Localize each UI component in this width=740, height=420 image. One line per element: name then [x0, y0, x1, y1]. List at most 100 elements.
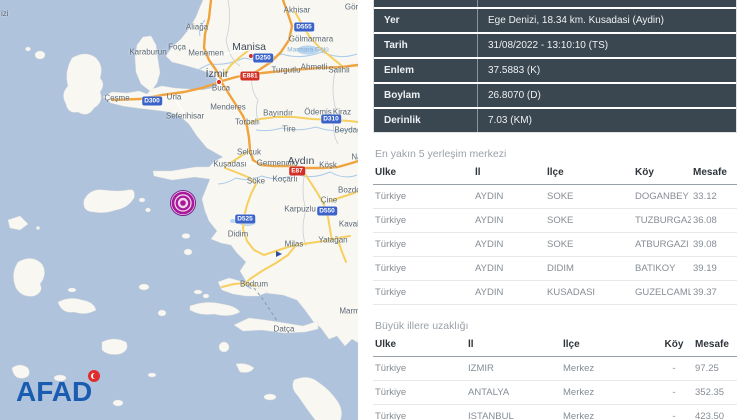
table-cell: GUZELCAMLI	[633, 287, 691, 298]
detail-value: 31/08/2022 - 13:10:10 (TS)	[478, 34, 736, 57]
detail-label: Boylam	[374, 84, 478, 107]
table-row: Türkiye AYDIN DIDIM BATIKOY 39.19	[373, 257, 737, 281]
table-cell: BATIKOY	[633, 263, 691, 274]
table-cell: -	[653, 387, 693, 398]
map-label: Turgutlu	[271, 66, 300, 75]
map-label-city: Manisa	[232, 41, 266, 53]
map-label: Köşk	[319, 161, 337, 170]
map-label: Bayındır	[263, 109, 293, 118]
table-cell: Merkez	[561, 411, 653, 420]
map-label: Foça	[168, 43, 186, 52]
detail-label	[374, 0, 478, 7]
detail-row: Yer Ege Denizi, 18.34 km. Kusadasi (Aydi…	[374, 7, 736, 32]
map-label: Marmaris	[339, 307, 358, 316]
table-cell: TUZBURGAZI	[633, 215, 691, 226]
table-row: Türkiye ISTANBUL Merkez - 423.50	[373, 405, 737, 420]
map-label: Aliağa	[186, 23, 208, 32]
table-cell: AYDIN	[473, 191, 545, 202]
table-header-row: Ülke İl İlçe Köy Mesafe	[373, 335, 737, 357]
map-label-lake: Marmara Gölü	[287, 47, 329, 54]
detail-row-clipped	[374, 0, 736, 7]
road-shield: D555	[294, 23, 314, 32]
table-cell: ANTALYA	[466, 387, 561, 398]
detail-row: Tarih 31/08/2022 - 13:10:10 (TS)	[374, 32, 736, 57]
table-row: Türkiye AYDIN KUSADASI GUZELCAMLI 39.37	[373, 281, 737, 305]
table-row: Türkiye AYDIN SOKE TUZBURGAZI 36.08	[373, 209, 737, 233]
nearest-settlements-table: Ülke İl İlçe Köy Mesafe Türkiye AYDIN SO…	[373, 163, 737, 305]
column-header: İlçe	[545, 167, 633, 178]
table-cell: Merkez	[561, 387, 653, 398]
table-cell: 97.25	[693, 363, 737, 374]
table-cell: ISTANBUL	[466, 411, 561, 420]
table-cell: SOKE	[545, 239, 633, 250]
map-label: Nazilli	[351, 153, 358, 162]
map-label: Gördes	[345, 3, 358, 12]
map-label: Kuşadası	[213, 160, 246, 169]
cities-section-title: Büyük illere uzaklığı	[375, 320, 737, 332]
table-cell: Merkez	[561, 363, 653, 374]
map-label: izi	[1, 9, 9, 18]
column-header: İlçe	[561, 339, 653, 350]
table-cell: Türkiye	[373, 263, 473, 274]
detail-value	[478, 0, 736, 7]
table-cell: DOGANBEY	[633, 191, 691, 202]
table-cell: 39.37	[691, 287, 737, 298]
map-label: Çeşme	[104, 94, 129, 103]
map-label: Didim	[228, 230, 248, 239]
map-label: Kavaklıdere	[339, 220, 358, 229]
detail-row: Boylam 26.8070 (D)	[374, 82, 736, 107]
afad-logo: AFAD	[16, 378, 92, 406]
map-label: Çine	[321, 196, 337, 205]
table-cell: Türkiye	[373, 191, 473, 202]
table-cell: 352.35	[693, 387, 737, 398]
detail-label: Yer	[374, 9, 478, 32]
table-cell: 33.12	[691, 191, 737, 202]
map-label: Beydağ	[334, 126, 358, 135]
detail-label: Derinlik	[374, 109, 478, 132]
earthquake-detail-page: izi Karaburun Foça Aliağa Akhisar Gördes…	[0, 0, 740, 420]
map-label: Akhisar	[284, 6, 311, 15]
table-cell: Türkiye	[373, 387, 466, 398]
map-label: Bozdoğan	[338, 186, 358, 195]
map[interactable]: izi Karaburun Foça Aliağa Akhisar Gördes…	[0, 0, 358, 420]
column-header: Köy	[633, 167, 691, 178]
map-label: Bodrum	[240, 280, 268, 289]
table-cell: 39.08	[691, 239, 737, 250]
table-cell: Türkiye	[373, 215, 473, 226]
column-header: Ülke	[373, 167, 473, 178]
nearest-section-title: En yakın 5 yerleşim merkezi	[375, 148, 737, 160]
table-cell: 39.19	[691, 263, 737, 274]
detail-value: 7.03 (KM)	[478, 109, 736, 132]
road-shield: D525	[235, 215, 255, 224]
detail-value: 37.5883 (K)	[478, 59, 736, 82]
earthquake-detail-table: Yer Ege Denizi, 18.34 km. Kusadasi (Aydi…	[373, 0, 737, 133]
table-cell: Türkiye	[373, 411, 466, 420]
earthquake-epicenter-marker[interactable]	[171, 191, 196, 216]
table-cell: -	[653, 363, 693, 374]
table-cell: DIDIM	[545, 263, 633, 274]
map-label: Söke	[247, 177, 265, 186]
map-label: Koçarlı	[273, 175, 298, 184]
table-cell: 36.08	[691, 215, 737, 226]
road-shield: D310	[321, 115, 341, 124]
detail-row: Enlem 37.5883 (K)	[374, 57, 736, 82]
map-label: Datça	[274, 325, 295, 334]
map-label: Urla	[167, 93, 182, 102]
map-label: Tire	[282, 125, 295, 134]
table-cell: IZMIR	[466, 363, 561, 374]
major-cities-table: Ülke İl İlçe Köy Mesafe Türkiye IZMIR Me…	[373, 335, 737, 420]
map-label: Ahmetli	[301, 63, 328, 72]
table-cell: Türkiye	[373, 287, 473, 298]
column-header: Ülke	[373, 339, 466, 350]
column-header: Mesafe	[693, 339, 737, 350]
table-cell: Türkiye	[373, 363, 466, 374]
detail-label: Tarih	[374, 34, 478, 57]
detail-value: 26.8070 (D)	[478, 84, 736, 107]
column-header: Köy	[653, 339, 693, 350]
map-label-city: Aydın	[288, 155, 315, 167]
table-cell: -	[653, 411, 693, 420]
map-label-city: İzmir	[206, 68, 229, 80]
table-cell: AYDIN	[473, 263, 545, 274]
table-cell: 423.50	[693, 411, 737, 420]
table-cell: SOKE	[545, 215, 633, 226]
